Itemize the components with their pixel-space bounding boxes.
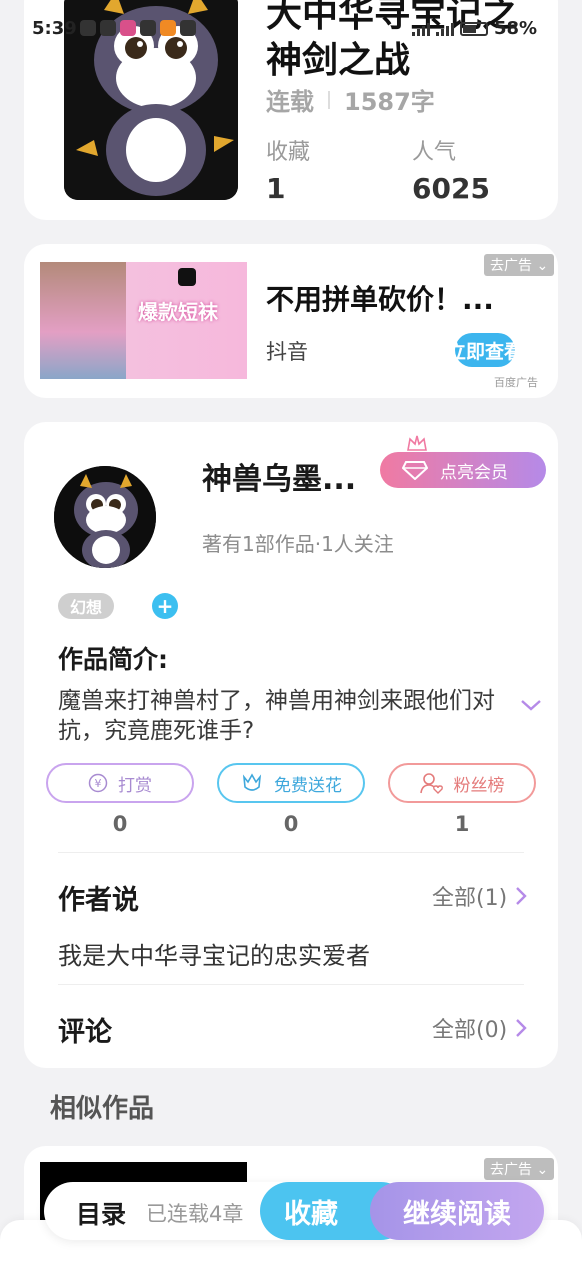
favorites-label: 收藏: [266, 140, 311, 165]
author-says-text: 我是大中华寻宝记的忠实爱者: [58, 942, 370, 970]
chevron-down-icon: ⌄: [536, 1162, 549, 1178]
table-of-contents-button[interactable]: 目录: [76, 1195, 126, 1231]
fans-ranking-button[interactable]: 粉丝榜: [388, 763, 536, 803]
comments-all-label: 全部(0): [432, 1018, 508, 1043]
notification-icons: [80, 20, 196, 36]
divider: [328, 90, 330, 109]
signal-icon: [412, 22, 430, 36]
app-icon: [160, 20, 176, 36]
favorites-value: 1: [266, 172, 286, 205]
popularity-value: 6025: [412, 172, 490, 205]
remove-ad-label: 去广告: [490, 1162, 532, 1178]
ad-provider: 百度广告: [494, 376, 538, 389]
ad-cta-button[interactable]: 立即查看: [447, 333, 523, 367]
author-avatar[interactable]: [54, 466, 156, 568]
add-tag-button[interactable]: +: [152, 593, 178, 619]
vip-button-label: 点亮会员: [440, 462, 508, 483]
flower-count: 0: [283, 812, 299, 836]
similar-works-title: 相似作品: [50, 1094, 155, 1124]
chevron-down-icon: ⌄: [536, 258, 549, 274]
divider: [58, 984, 524, 985]
reward-button[interactable]: ¥ 打赏: [46, 763, 194, 803]
remove-ad-button[interactable]: 去广告 ⌄: [484, 1158, 555, 1180]
yen-coin-icon: ¥: [88, 773, 108, 793]
author-says-title: 作者说: [58, 885, 139, 916]
remove-ad-label: 去广告: [490, 258, 532, 274]
app-icon: [140, 20, 156, 36]
send-flower-label: 免费送花: [274, 775, 342, 796]
app-icon: [120, 20, 136, 36]
tiktok-icon: [178, 268, 196, 286]
fans-count: 1: [454, 812, 470, 836]
vip-button[interactable]: 点亮会员: [380, 452, 546, 488]
chat-icon: [80, 20, 96, 36]
chevron-right-icon: [516, 887, 527, 905]
remove-ad-button[interactable]: 去广告 ⌄: [484, 254, 555, 276]
ad-image[interactable]: 爆款短袜: [40, 262, 247, 379]
ad-title: 不用拼单砍价！...: [266, 283, 494, 316]
ad-image-text: 爆款短袜: [138, 300, 218, 324]
ad-source: 抖音: [266, 340, 308, 364]
signal-icon: [436, 22, 454, 36]
battery-percent: 58%: [494, 18, 538, 39]
book-meta: 连载 1587字: [266, 82, 435, 117]
intro-text: 魔兽来打神兽村了，神兽用神剑来跟他们对抗，究竟鹿死谁手?: [58, 688, 495, 744]
ad-photo: [40, 262, 126, 379]
status-right: 58%: [412, 18, 537, 39]
ad-cta-label: 立即查看: [447, 340, 524, 363]
add-favorite-label: 收藏: [284, 1198, 338, 1230]
battery-icon: [460, 21, 488, 36]
continue-reading-button[interactable]: 继续阅读: [370, 1182, 544, 1240]
comments-title: 评论: [58, 1017, 112, 1048]
send-flower-button[interactable]: 免费送花: [217, 763, 365, 803]
intro-label: 作品简介:: [58, 645, 168, 674]
author-stats: 著有1部作品·1人关注: [202, 532, 394, 556]
book-status: 连载: [266, 88, 314, 116]
divider: [58, 852, 524, 853]
author-says-all-label: 全部(1): [432, 886, 508, 911]
genre-tag[interactable]: 幻想: [58, 593, 115, 619]
author-says-all-link[interactable]: 全部(1): [432, 880, 527, 912]
book-word-count: 1587字: [344, 88, 435, 116]
status-bar: 5:39 58%: [0, 0, 582, 56]
status-time: 5:39: [32, 18, 77, 39]
reward-label: 打赏: [118, 775, 152, 796]
continue-reading-label: 继续阅读: [403, 1198, 511, 1230]
svg-text:¥: ¥: [95, 777, 102, 790]
chevron-right-icon: [516, 1019, 527, 1037]
avatar-mascot-icon: [54, 466, 156, 568]
comments-all-link[interactable]: 全部(0): [432, 1012, 527, 1044]
app-icon: [100, 20, 116, 36]
crown-icon: [407, 435, 427, 451]
diamond-icon: [402, 461, 428, 480]
popularity-label: 人气: [412, 140, 457, 165]
fans-ranking-label: 粉丝榜: [453, 775, 505, 796]
expand-chevron-icon[interactable]: [520, 698, 542, 712]
fan-user-icon: [419, 773, 443, 794]
flower-icon: [242, 773, 262, 791]
chapter-count: 已连载4章: [146, 1202, 244, 1226]
author-name[interactable]: 神兽乌墨...: [202, 454, 356, 498]
reward-count: 0: [112, 812, 128, 836]
more-icon: [180, 20, 196, 36]
